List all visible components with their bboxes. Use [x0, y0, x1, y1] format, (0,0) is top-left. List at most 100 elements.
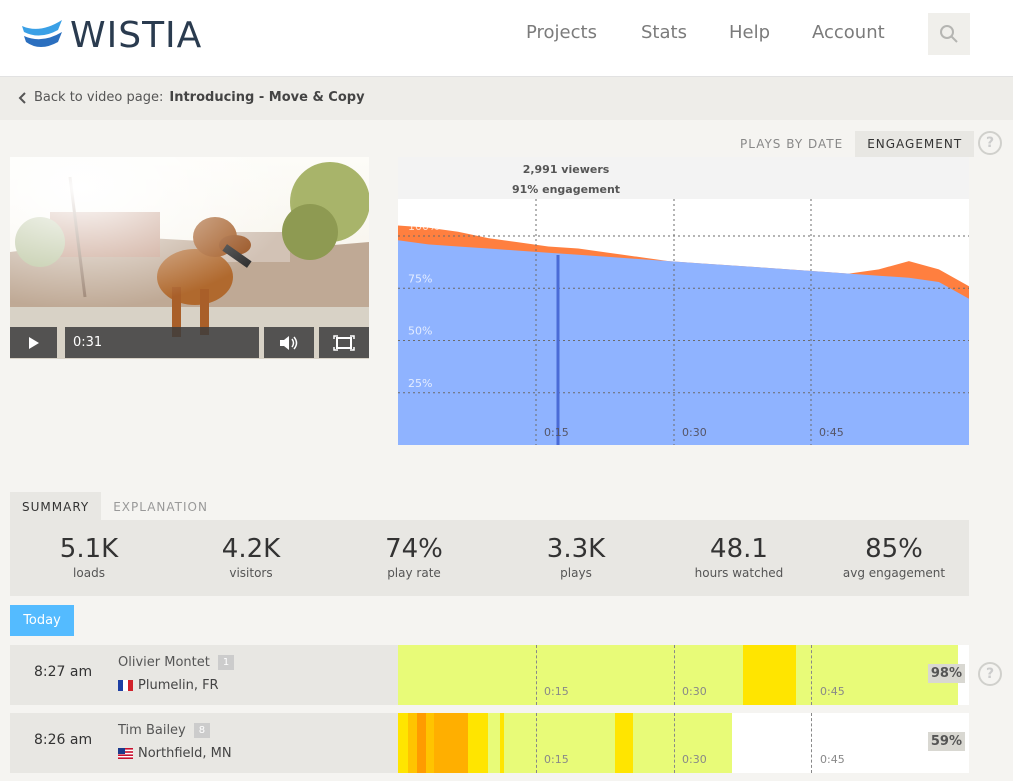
wistia-logo[interactable]: WISTIA [22, 14, 203, 56]
x-tick-label: 0:15 [544, 426, 569, 439]
breadcrumb[interactable]: Back to video page: Introducing - Move &… [18, 90, 365, 105]
heat-tick: 0:30 [682, 685, 707, 698]
today-label: Today [10, 605, 74, 636]
stat-label: play rate [387, 566, 441, 580]
viewer-location: Northfield, MN [138, 746, 232, 761]
stat-value: 5.1K [59, 534, 119, 564]
wistia-logo-icon [22, 20, 62, 47]
engagement-chart[interactable]: 2,991 viewers 91% engagement 100% 75% 50% 2… [398, 157, 969, 445]
stat-value: 4.2K [221, 534, 281, 564]
heat-tick: 0:45 [820, 685, 845, 698]
fullscreen-button[interactable] [319, 327, 369, 358]
heat-gridline [536, 713, 537, 773]
breadcrumb-bar: Back to video page: Introducing - Move &… [0, 77, 1013, 120]
heat-gridline [811, 713, 812, 773]
viewer-time: 8:26 am [34, 732, 93, 748]
heat-rewatched [743, 645, 796, 705]
stat-value: 3.3K [546, 534, 606, 564]
viewer-name[interactable]: Tim Bailey [118, 723, 186, 738]
heat-tick: 0:45 [820, 753, 845, 766]
heat-gridline [536, 645, 537, 705]
stats-panel: 5.1K loads 4.2K visitors 74% play rate 3… [10, 520, 969, 596]
viewer-engagement-badge: 98% [927, 664, 965, 683]
help-icon[interactable]: ? [978, 131, 1002, 155]
heat-gridline [674, 645, 675, 705]
heat-gridline [674, 713, 675, 773]
engagement-chart-svg: 2,991 viewers 91% engagement 100% 75% 50% 2… [398, 157, 969, 445]
stat-play-rate: 74% play rate [339, 534, 489, 580]
stat-plays: 3.3K plays [501, 534, 651, 580]
heat-rewatched [417, 713, 426, 773]
viewer-engagement-badge: 59% [927, 732, 965, 751]
annotation-engagement: 91% engagement [512, 183, 620, 196]
summary-tabs: SUMMARY EXPLANATION [10, 492, 220, 520]
video-time: 0:31 [73, 335, 103, 350]
viewer-name-line: Olivier Montet 1 [118, 655, 235, 670]
stat-label: loads [73, 566, 105, 580]
nav-account[interactable]: Account [812, 22, 885, 43]
heat-tick: 0:15 [544, 685, 569, 698]
tab-summary[interactable]: SUMMARY [10, 492, 102, 520]
stat-visitors: 4.2K visitors [176, 534, 326, 580]
heat-gridline [811, 645, 812, 705]
stat-avg-engagement: 85% avg engagement [819, 534, 969, 580]
viewer-time: 8:27 am [34, 664, 93, 680]
stat-value: 85% [865, 534, 923, 564]
heat-rewatched [615, 713, 633, 773]
viewer-location: Plumelin, FR [138, 678, 219, 693]
volume-button[interactable] [264, 327, 314, 358]
tab-engagement[interactable]: ENGAGEMENT [855, 131, 975, 157]
tab-explanation[interactable]: EXPLANATION [101, 492, 220, 520]
heat-rewatched [398, 713, 408, 773]
stat-label: visitors [229, 566, 273, 580]
nav-stats[interactable]: Stats [641, 22, 687, 43]
viewer-count-badge: 1 [217, 655, 235, 670]
chevron-left-icon [18, 91, 26, 104]
heat-watched [398, 645, 958, 705]
x-tick-label: 0:45 [819, 426, 844, 439]
search-icon [940, 25, 958, 43]
x-tick-label: 0:30 [682, 426, 707, 439]
heat-rewatched [426, 713, 434, 773]
stat-label: avg engagement [842, 566, 946, 580]
stat-value: 48.1 [710, 534, 768, 564]
viewer-name[interactable]: Olivier Montet [118, 655, 210, 670]
brand-name: WISTIA [70, 14, 203, 56]
viewer-location-line: Plumelin, FR [118, 678, 219, 693]
volume-icon [280, 335, 298, 350]
y-tick-label: 75% [408, 272, 432, 285]
stat-value: 74% [385, 534, 443, 564]
play-icon [28, 336, 39, 349]
heat-tick: 0:15 [544, 753, 569, 766]
viewer-heatmap: 0:15 0:30 0:45 98% [398, 645, 969, 705]
stat-label: hours watched [694, 566, 784, 580]
search-button[interactable] [928, 13, 970, 55]
france-flag-icon [118, 680, 133, 691]
stat-hours-watched: 48.1 hours watched [664, 534, 814, 580]
heat-tick: 0:30 [682, 753, 707, 766]
heat-rewatched [468, 713, 488, 773]
nav-help[interactable]: Help [729, 22, 770, 43]
annotation-viewers: 2,991 viewers [523, 163, 610, 176]
viewer-count-badge: 8 [193, 723, 211, 738]
viewer-location-line: Northfield, MN [118, 746, 232, 761]
y-tick-label: 25% [408, 377, 432, 390]
y-tick-label: 50% [408, 325, 432, 338]
stat-label: plays [560, 566, 592, 580]
viewer-row[interactable]: 8:26 am Tim Bailey 8 Northfield, MN 0:15… [10, 713, 969, 773]
breadcrumb-video-title: Introducing - Move & Copy [169, 90, 365, 105]
tab-plays-by-date[interactable]: PLAYS BY DATE [728, 131, 855, 157]
heat-rewatched [434, 713, 468, 773]
us-flag-icon [118, 748, 133, 759]
help-icon[interactable]: ? [978, 662, 1002, 686]
play-button[interactable] [10, 327, 57, 358]
fullscreen-icon [333, 334, 355, 351]
y-tick-label: 100% [408, 220, 439, 233]
progress-bar[interactable]: 0:31 [65, 327, 259, 358]
viewer-name-line: Tim Bailey 8 [118, 723, 211, 738]
video-player[interactable]: 0:31 [10, 157, 369, 359]
nav-projects[interactable]: Projects [526, 22, 597, 43]
top-bar: WISTIA Projects Stats Help Account [0, 0, 1013, 77]
breadcrumb-prefix: Back to video page: [34, 90, 164, 105]
viewer-row[interactable]: 8:27 am Olivier Montet 1 Plumelin, FR 0:… [10, 645, 969, 705]
